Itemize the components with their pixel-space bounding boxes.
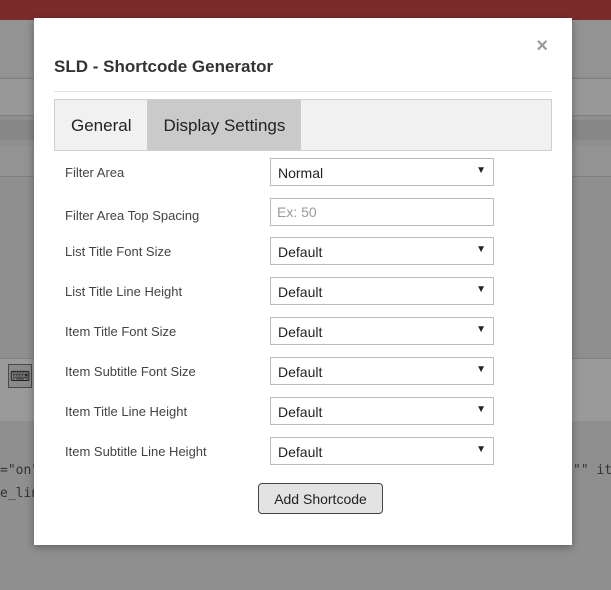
filter-area-select[interactable]: Normal ▼ <box>270 158 494 186</box>
field-label: Item Title Line Height <box>65 404 188 419</box>
dropdown-arrow-icon: ▼ <box>476 364 486 375</box>
tab-display-settings[interactable]: Display Settings <box>147 100 302 150</box>
admin-top-bar <box>0 0 611 20</box>
form-row-item-title-font-size: Item Title Font Size Default ▼ <box>54 317 552 345</box>
form-row-list-title-line-height: List Title Line Height Default ▼ <box>54 277 552 305</box>
item-title-line-height-select[interactable]: Default ▼ <box>270 397 494 425</box>
keyboard-icon: ⌨ <box>8 364 32 388</box>
select-value: Default <box>278 284 323 300</box>
tab-bar: General Display Settings <box>54 99 552 151</box>
dropdown-arrow-icon: ▼ <box>476 324 486 335</box>
list-title-font-size-select[interactable]: Default ▼ <box>270 237 494 265</box>
select-value: Normal <box>278 165 324 181</box>
add-shortcode-button[interactable]: Add Shortcode <box>258 483 383 514</box>
close-icon[interactable]: × <box>536 36 548 56</box>
field-label: Filter Area Top Spacing <box>65 208 200 223</box>
field-label: List Title Line Height <box>65 284 183 299</box>
field-label: Item Subtitle Font Size <box>65 364 196 379</box>
select-value: Default <box>278 364 323 380</box>
dropdown-arrow-icon: ▼ <box>476 284 486 295</box>
title-divider <box>54 91 552 92</box>
form-row-list-title-font-size: List Title Font Size Default ▼ <box>54 237 552 265</box>
form-row-item-subtitle-font-size: Item Subtitle Font Size Default ▼ <box>54 357 552 385</box>
select-value: Default <box>278 444 323 460</box>
select-value: Default <box>278 244 323 260</box>
field-label: Item Title Font Size <box>65 324 177 339</box>
field-label: Filter Area <box>65 165 125 180</box>
form-row-item-title-line-height: Item Title Line Height Default ▼ <box>54 397 552 425</box>
tab-general[interactable]: General <box>55 100 147 150</box>
shortcode-generator-modal: × SLD - Shortcode Generator General Disp… <box>34 18 572 545</box>
dropdown-arrow-icon: ▼ <box>476 165 486 176</box>
form-row-filter-area: Filter Area Normal ▼ <box>54 158 552 186</box>
select-value: Default <box>278 324 323 340</box>
form-row-filter-area-top-spacing: Filter Area Top Spacing <box>54 198 552 226</box>
item-subtitle-font-size-select[interactable]: Default ▼ <box>270 357 494 385</box>
item-subtitle-line-height-select[interactable]: Default ▼ <box>270 437 494 465</box>
item-title-font-size-select[interactable]: Default ▼ <box>270 317 494 345</box>
filter-area-top-spacing-input[interactable] <box>270 198 494 226</box>
list-title-line-height-select[interactable]: Default ▼ <box>270 277 494 305</box>
field-label: Item Subtitle Line Height <box>65 444 207 459</box>
field-label: List Title Font Size <box>65 244 172 259</box>
select-value: Default <box>278 404 323 420</box>
dropdown-arrow-icon: ▼ <box>476 444 486 455</box>
modal-title: SLD - Shortcode Generator <box>54 57 274 76</box>
dropdown-arrow-icon: ▼ <box>476 244 486 255</box>
dropdown-arrow-icon: ▼ <box>476 404 486 415</box>
form-row-item-subtitle-line-height: Item Subtitle Line Height Default ▼ <box>54 437 552 465</box>
background-code-text: "" iter <box>573 463 611 478</box>
